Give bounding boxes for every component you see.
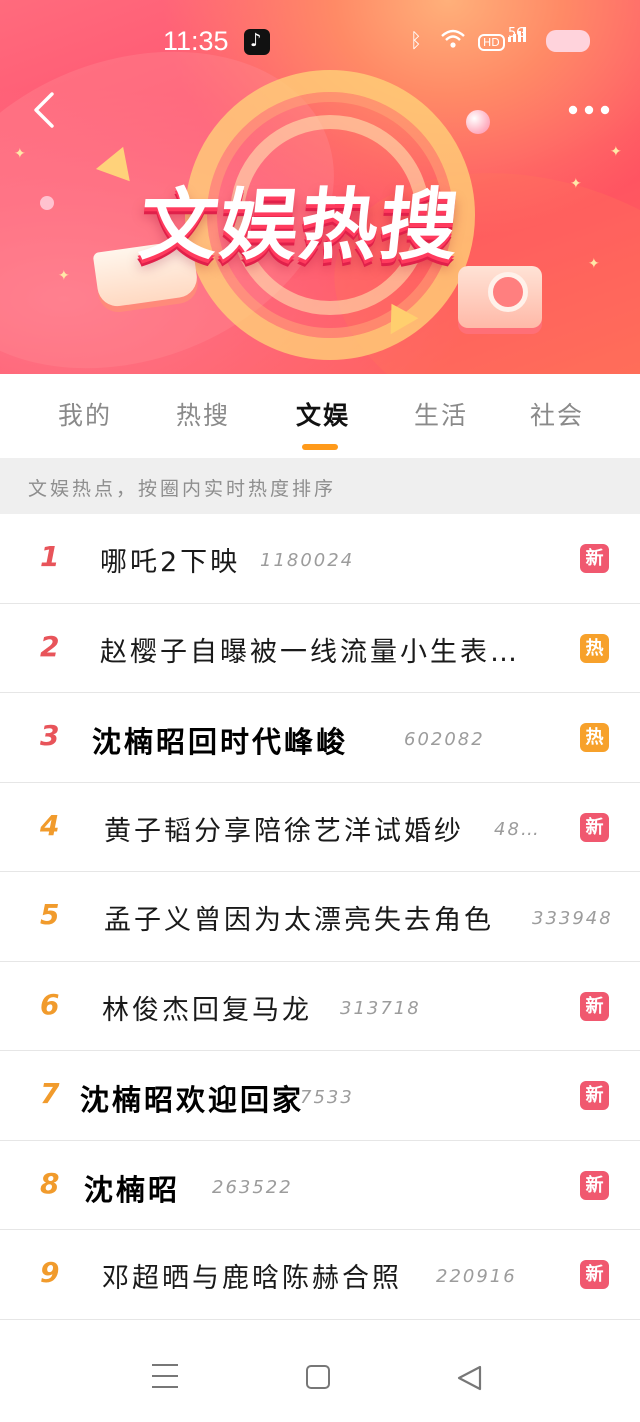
list-item[interactable]: 4 黄子韬分享陪徐艺洋试婚纱 48… 新	[0, 782, 640, 872]
sparkle-icon: ✦	[58, 268, 70, 284]
status-time: 11:35	[163, 26, 229, 56]
list-item[interactable]: 6 林俊杰回复马龙 313718 新	[0, 961, 640, 1051]
new-badge: 新	[580, 1170, 609, 1200]
menu-icon[interactable]	[152, 1364, 180, 1390]
tab-entertainment[interactable]: 文娱	[296, 396, 350, 432]
info-text: 文娱热点，按圈内实时热度排序	[28, 478, 337, 500]
heat-value: 602082	[404, 729, 485, 750]
rank-number: 5	[40, 898, 60, 931]
list-item[interactable]: 8 沈楠昭 263522 新	[0, 1140, 640, 1230]
battery-icon	[546, 30, 590, 52]
sparkle-icon: ✦	[14, 146, 26, 162]
home-square-icon[interactable]	[306, 1365, 330, 1389]
wifi-icon	[440, 28, 466, 54]
banner-title: 文娱热搜	[135, 181, 465, 271]
tab-society[interactable]: 社会	[530, 396, 584, 432]
category-tabs: 我的 热搜 文娱 生活 社会	[0, 374, 640, 458]
system-nav-bar	[0, 1330, 640, 1422]
rank-number: 8	[40, 1166, 60, 1200]
heat-value: 1180024	[260, 550, 355, 571]
signal-label: 5G	[508, 26, 527, 41]
item-title: 赵樱子自曝被一线流量小生表…	[100, 636, 520, 668]
back-triangle-icon[interactable]	[456, 1364, 484, 1392]
list-item[interactable]: 1 哪吒2下映 1180024 新	[0, 514, 640, 604]
list-item[interactable]: 2 赵樱子自曝被一线流量小生表… 热	[0, 603, 640, 693]
planet-icon	[466, 110, 490, 134]
signal-5g-icon: 5G	[508, 26, 530, 42]
item-title: 黄子韬分享陪徐艺洋试婚纱	[104, 815, 464, 847]
item-title: 沈楠昭	[84, 1172, 181, 1207]
tiktok-icon	[244, 29, 270, 55]
tab-life[interactable]: 生活	[414, 396, 468, 432]
rank-number: 1	[40, 540, 60, 573]
banner: ✦ ✦ ✦ ✦ ✦ 文娱热搜 11:35 ᛒ HD 5G	[0, 0, 640, 374]
sparkle-icon: ✦	[588, 256, 600, 272]
list-item[interactable]: 9 邓超晒与鹿晗陈赫合照 220916 新	[0, 1230, 640, 1320]
item-title: 林俊杰回复马龙	[102, 994, 312, 1026]
new-badge: 新	[580, 991, 609, 1021]
item-title: 哪吒2下映	[100, 547, 241, 578]
list-item[interactable]: 7 沈楠昭欢迎回家 7533 新	[0, 1051, 640, 1141]
info-strip: 文娱热点，按圈内实时热度排序	[0, 458, 640, 514]
list-item[interactable]: 5 孟子义曾因为太漂亮失去角色 333948	[0, 872, 640, 962]
hd-icon: HD	[478, 34, 505, 51]
rank-number: 9	[40, 1256, 60, 1289]
heat-value: 313718	[340, 997, 421, 1019]
hot-badge: 热	[580, 633, 609, 663]
heat-value: 220916	[436, 1266, 517, 1287]
hot-badge: 热	[580, 723, 609, 752]
item-title: 孟子义曾因为太漂亮失去角色	[104, 905, 494, 936]
item-title: 邓超晒与鹿晗陈赫合照	[102, 1263, 402, 1294]
rank-number: 4	[40, 808, 60, 842]
more-dots-icon[interactable]	[566, 100, 612, 120]
status-icons: ᛒ HD 5G	[410, 26, 590, 58]
rank-number: 3	[40, 719, 60, 752]
sparkle-icon: ✦	[570, 176, 582, 192]
new-badge: 新	[580, 1260, 609, 1289]
tab-hot-search[interactable]: 热搜	[176, 396, 230, 432]
status-bar: 11:35 ᛒ HD 5G	[0, 0, 640, 84]
bluetooth-icon: ᛒ	[410, 28, 422, 52]
new-badge: 新	[580, 544, 609, 573]
active-tab-indicator	[302, 444, 338, 450]
rank-number: 7	[40, 1077, 60, 1110]
item-title: 沈楠昭欢迎回家	[80, 1083, 305, 1117]
ball-icon	[40, 196, 54, 210]
rank-number: 6	[40, 987, 60, 1021]
tab-mine[interactable]: 我的	[58, 396, 112, 432]
item-title: 沈楠昭回时代峰峻	[92, 725, 349, 759]
new-badge: 新	[580, 812, 609, 842]
rank-number: 2	[40, 629, 60, 663]
heat-value: 333948	[532, 908, 613, 929]
heat-value: 263522	[212, 1176, 293, 1198]
hot-search-list: 1 哪吒2下映 1180024 新 2 赵樱子自曝被一线流量小生表… 热 3 沈楠昭回时代峰峻 6…	[0, 514, 640, 1320]
list-item[interactable]: 3 沈楠昭回时代峰峻 602082 热	[0, 693, 640, 783]
new-badge: 新	[580, 1081, 609, 1110]
sparkle-icon: ✦	[610, 144, 622, 160]
heat-value: 7533	[300, 1087, 354, 1108]
chevron-left-icon[interactable]	[26, 90, 66, 130]
heat-value: 48…	[494, 818, 541, 840]
